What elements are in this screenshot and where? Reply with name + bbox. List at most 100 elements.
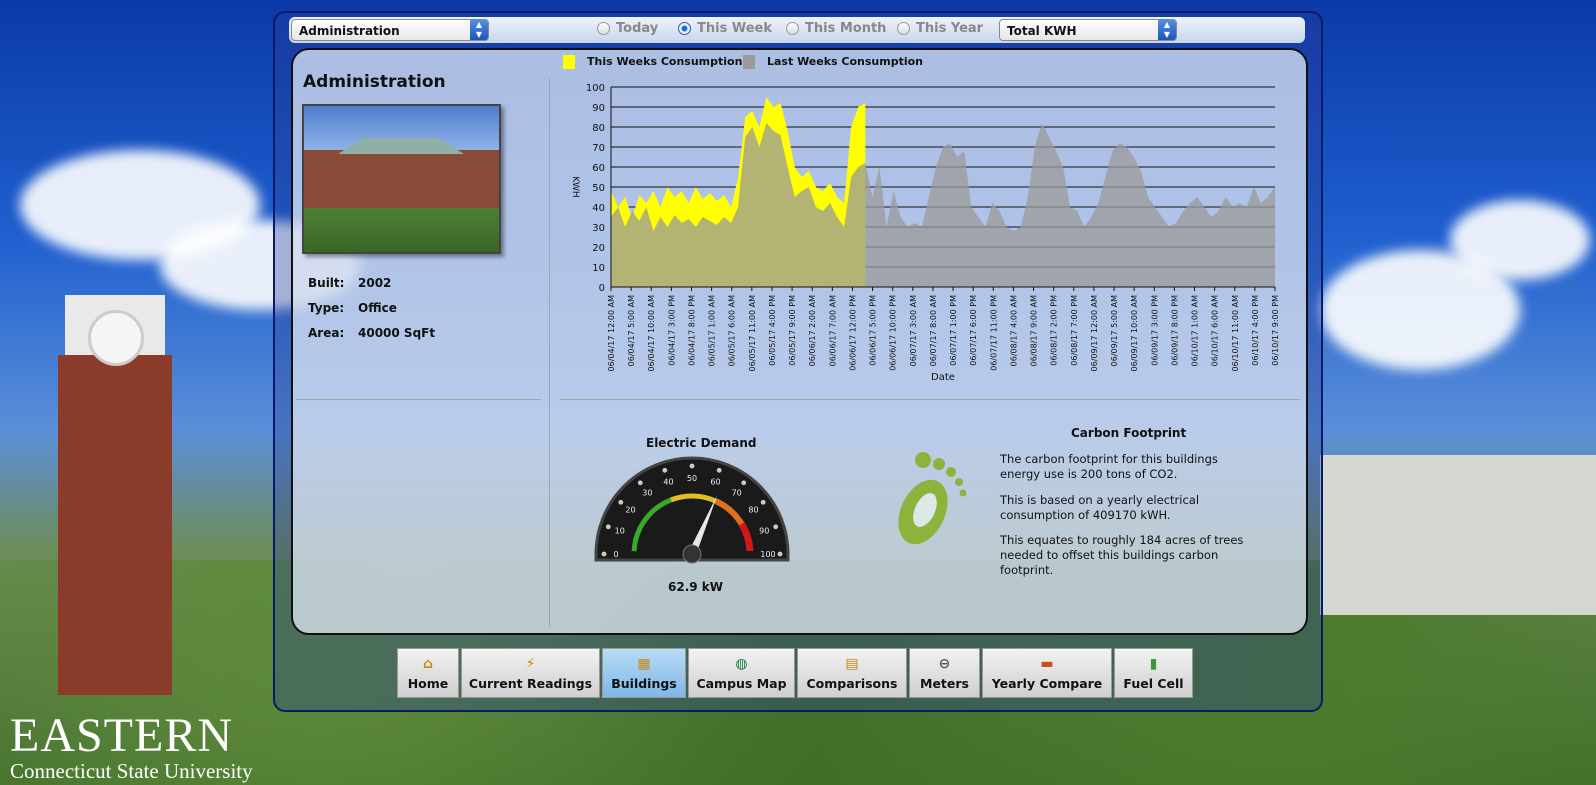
nav-campus-map[interactable]: ◍ Campus Map — [688, 648, 795, 698]
x-tick-label: 06/07/17 1:00 PM — [949, 295, 958, 366]
x-tick-label: 06/04/17 10:00 AM — [647, 295, 656, 372]
nav-comparisons[interactable]: ▤ Comparisons — [797, 648, 907, 698]
demand-gauge: 0 10 20 30 40 50 60 70 80 90 100 — [594, 456, 790, 564]
x-tick-label: 06/06/17 5:00 PM — [869, 295, 878, 366]
y-tick-label: 90 — [592, 103, 605, 114]
x-tick-label: 06/09/17 5:00 AM — [1110, 295, 1119, 366]
gauge-tick — [689, 463, 695, 469]
radio-this-year[interactable]: This Year — [897, 21, 983, 36]
gauge-tick — [777, 551, 783, 557]
gauge-scale-label: 30 — [642, 489, 652, 498]
select-arrows-icon: ▲ ▼ — [1158, 20, 1176, 40]
x-tick-label: 06/06/17 12:00 PM — [848, 295, 857, 371]
consumption-chart: This Weeks Consumption Last Weeks Consump… — [563, 55, 1280, 383]
x-tick-label: 06/08/17 7:00 PM — [1070, 295, 1079, 366]
nav-meters[interactable]: ⊖ Meters — [909, 648, 980, 698]
building-select[interactable]: Administration ▲ ▼ — [291, 19, 489, 41]
x-tick-label: 06/06/17 2:00 AM — [808, 295, 817, 366]
x-tick-label: 06/04/17 3:00 PM — [667, 295, 676, 366]
y-tick-label: 50 — [592, 183, 605, 194]
divider — [560, 399, 1300, 400]
gauge-tick — [601, 551, 607, 557]
radio-this-week[interactable]: This Week — [678, 21, 772, 36]
legend-swatch — [743, 55, 755, 69]
nav-home[interactable]: ⌂ Home — [397, 648, 459, 698]
select-arrows-icon: ▲ ▼ — [470, 20, 488, 40]
x-tick-label: 06/04/17 8:00 PM — [687, 295, 696, 366]
battery-icon: ▮ — [1149, 656, 1158, 672]
gauge-scale-label: 10 — [615, 527, 625, 536]
y-tick-label: 20 — [592, 243, 605, 254]
y-tick-label: 80 — [592, 123, 605, 134]
x-tick-label: 06/09/17 10:00 AM — [1130, 295, 1139, 372]
lightning-icon: ⚡ — [525, 656, 536, 672]
building-name: Administration — [303, 72, 446, 92]
y-tick-label: 60 — [592, 163, 605, 174]
gauge-tick — [662, 467, 668, 473]
nav-current-readings[interactable]: ⚡ Current Readings — [461, 648, 600, 698]
home-icon: ⌂ — [422, 656, 434, 672]
campus-building-background — [1320, 455, 1596, 615]
y-tick-label: 40 — [592, 203, 605, 214]
legend-swatch — [563, 55, 575, 69]
top-toolbar: Administration ▲ ▼ Today This Week This M… — [289, 17, 1305, 43]
carbon-title: Carbon Footprint — [1071, 426, 1187, 440]
x-tick-label: 06/08/17 4:00 AM — [1009, 295, 1018, 366]
legend-label: This Weeks Consumption — [587, 55, 742, 68]
x-tick-label: 06/07/17 8:00 AM — [929, 295, 938, 366]
gauge-scale-label: 40 — [663, 478, 673, 487]
x-tick-label: 06/08/17 2:00 PM — [1050, 295, 1059, 366]
carbon-text-2: This is based on a yearly electrical con… — [1000, 493, 1200, 522]
x-tick-label: 06/06/17 10:00 PM — [889, 295, 898, 371]
x-tick-label: 06/07/17 3:00 AM — [909, 295, 918, 366]
y-tick-label: 70 — [592, 143, 605, 154]
gauge-scale-label: 60 — [710, 478, 720, 487]
x-tick-label: 06/10/17 11:00 AM — [1231, 295, 1240, 372]
gauge-tick — [637, 480, 643, 486]
x-tick-label: 06/05/17 6:00 AM — [728, 295, 737, 366]
y-tick-label: 30 — [592, 223, 605, 234]
x-axis-label: Date — [931, 372, 955, 383]
bottom-navigation: ⌂ Home ⚡ Current Readings ▦ Buildings ◍ Camp… — [397, 648, 1193, 698]
y-tick-label: 100 — [586, 83, 605, 94]
nav-buildings[interactable]: ▦ Buildings — [602, 648, 686, 698]
demand-value: 62.9 kW — [668, 580, 724, 594]
meter-icon: ⊖ — [938, 656, 951, 672]
divider — [296, 399, 541, 400]
x-tick-label: 06/10/17 9:00 PM — [1271, 295, 1280, 366]
gauge-scale-label: 20 — [625, 505, 635, 514]
type-row: Type: Office — [308, 301, 397, 315]
footprint-icon — [898, 452, 967, 545]
built-row: Built: 2002 — [308, 276, 392, 290]
gauge-tick — [741, 480, 747, 486]
demand-title: Electric Demand — [646, 436, 757, 450]
x-tick-label: 06/10/17 6:00 AM — [1211, 295, 1220, 366]
clock-tower-image — [40, 295, 190, 700]
divider — [549, 78, 550, 626]
x-tick-label: 06/05/17 9:00 PM — [788, 295, 797, 366]
nav-yearly-compare[interactable]: ▬ Yearly Compare — [982, 648, 1112, 698]
gauge-scale-label: 50 — [687, 474, 697, 483]
x-tick-label: 06/09/17 8:00 PM — [1170, 295, 1179, 366]
y-tick-label: 0 — [599, 283, 605, 294]
compare-icon: ▤ — [845, 656, 859, 672]
area-row: Area: 40000 SqFt — [308, 326, 436, 340]
x-tick-label: 06/09/17 3:00 PM — [1150, 295, 1159, 366]
gauge-hub — [682, 544, 702, 564]
gauge-scale-label: 90 — [759, 527, 769, 536]
metric-select[interactable]: Total KWH ▲ ▼ — [999, 19, 1177, 41]
x-tick-label: 06/07/17 6:00 PM — [969, 295, 978, 366]
nav-fuel-cell[interactable]: ▮ Fuel Cell — [1114, 648, 1193, 698]
x-tick-label: 06/09/17 12:00 AM — [1090, 295, 1099, 372]
gauge-tick — [618, 499, 624, 505]
gauge-scale-label: 70 — [732, 489, 742, 498]
x-tick-label: 06/05/17 1:00 AM — [708, 295, 717, 366]
gauge-scale-label: 100 — [760, 550, 775, 559]
clock-icon — [88, 310, 144, 366]
radio-this-month[interactable]: This Month — [786, 21, 886, 36]
radio-today[interactable]: Today — [597, 21, 658, 36]
carbon-text-3: This equates to roughly 184 acres of tre… — [1000, 533, 1244, 577]
carbon-text-1: The carbon footprint for this buildings … — [1000, 452, 1218, 481]
cloud-decoration — [1450, 200, 1590, 280]
legend-label: Last Weeks Consumption — [767, 55, 923, 68]
